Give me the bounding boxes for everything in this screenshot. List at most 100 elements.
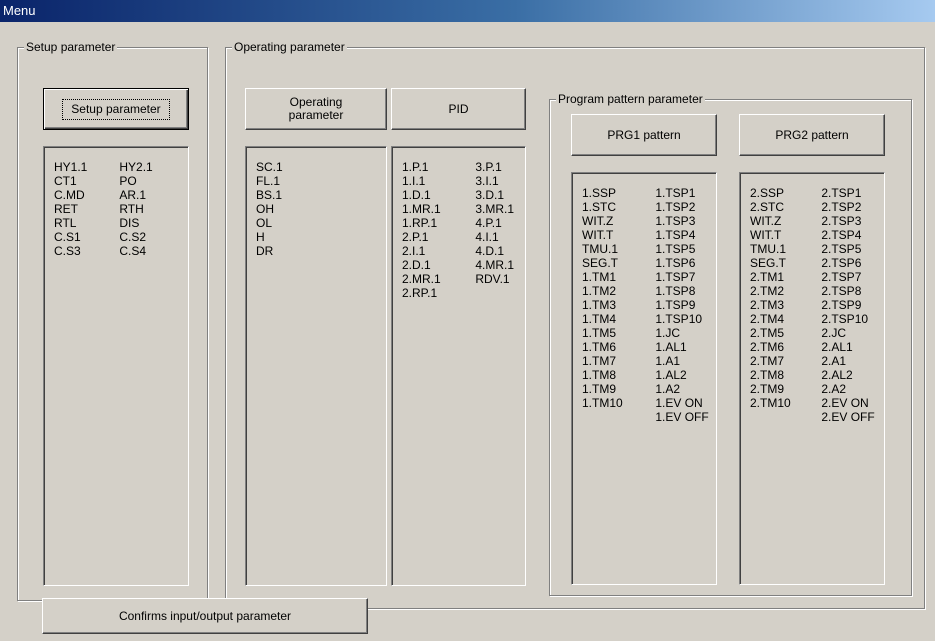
parameter-item: 2.TSP4	[821, 228, 862, 242]
prg1-parameter-list: 1.SSP 1.STC WIT.Z WIT.T TMU.1 SEG.T 1.TM1 1.TM2…	[571, 172, 717, 585]
prg1-list-column-2: 1.TSP1 1.TSP2 1.TSP3 1.TSP4 1.TSP5 1.TSP6 1.TS…	[655, 186, 708, 424]
parameter-item: 1.TM2	[582, 284, 617, 298]
setup-parameter-group: Setup parameter Setup parameter HY1.1 CT1…	[17, 40, 208, 601]
parameter-item: 1.A1	[655, 354, 681, 368]
parameter-item: OL	[256, 216, 273, 230]
parameter-item: 2.TM8	[750, 368, 785, 382]
parameter-item: 1.TM8	[582, 368, 617, 382]
parameter-item: 4.I.1	[475, 230, 499, 244]
parameter-item: AR.1	[119, 188, 147, 202]
parameter-item: CT1	[54, 174, 77, 188]
parameter-item: 1.TM9	[582, 382, 617, 396]
parameter-item: 2.A1	[821, 354, 847, 368]
parameter-item: 4.D.1	[475, 244, 505, 258]
prg2-pattern-button[interactable]: PRG2 pattern	[739, 114, 885, 156]
parameter-item: RET	[54, 202, 78, 216]
confirms-io-parameter-button-label: Confirms input/output parameter	[118, 608, 292, 623]
parameter-item: 2.TM5	[750, 326, 785, 340]
parameter-item: 2.P.1	[402, 230, 429, 244]
parameter-item: 2.TSP6	[821, 256, 862, 270]
parameter-item: 1.TSP10	[655, 312, 703, 326]
parameter-item: 2.RP.1	[402, 286, 438, 300]
setup-list-column-2: HY2.1 PO AR.1 RTH DIS C.S2 C.S4	[119, 160, 152, 258]
parameter-item: 2.EV OFF	[821, 410, 875, 424]
parameter-item: 4.P.1	[475, 216, 502, 230]
parameter-item: 1.D.1	[402, 188, 431, 202]
parameter-item: BS.1	[256, 188, 283, 202]
parameter-item: WIT.Z	[750, 214, 782, 228]
parameter-item: C.S2	[119, 230, 147, 244]
parameter-item: C.S1	[54, 230, 81, 244]
confirms-io-parameter-button[interactable]: Confirms input/output parameter	[42, 598, 368, 634]
parameter-item: C.S4	[119, 244, 147, 258]
setup-parameter-list: HY1.1 CT1 C.MD RET RTL C.S1 C.S3 HY2.1 PO AR.1 RT…	[43, 146, 189, 586]
parameter-item: WIT.T	[582, 228, 614, 242]
prg1-pattern-button[interactable]: PRG1 pattern	[571, 114, 717, 156]
parameter-item: 2.AL2	[821, 368, 853, 382]
parameter-item: 2.JC	[821, 326, 847, 340]
operating-parameter-button[interactable]: Operating parameter	[245, 88, 387, 130]
parameter-item: 2.TSP8	[821, 284, 862, 298]
parameter-item: 1.TM4	[582, 312, 617, 326]
setup-parameter-button[interactable]: Setup parameter	[43, 88, 189, 130]
operating-parameter-group: Operating parameter Operating parameter …	[225, 40, 925, 609]
parameter-item: WIT.T	[750, 228, 782, 242]
operating-parameter-group-label: Operating parameter	[232, 40, 347, 54]
parameter-item: DIS	[119, 216, 140, 230]
parameter-item: 2.TSP5	[821, 242, 862, 256]
parameter-item: 1.TSP8	[655, 284, 696, 298]
parameter-item: 2.TSP3	[821, 214, 862, 228]
parameter-item: 2.TSP1	[821, 186, 862, 200]
pid-button-label: PID	[448, 101, 469, 116]
parameter-item: HY1.1	[54, 160, 88, 174]
parameter-item: 1.TM3	[582, 298, 617, 312]
parameter-item: 2.I.1	[402, 244, 426, 258]
parameter-item: 2.TSP2	[821, 200, 862, 214]
parameter-item: 2.MR.1	[402, 272, 441, 286]
pid-button[interactable]: PID	[391, 88, 526, 130]
parameter-item: 2.SSP	[750, 186, 785, 200]
prg1-pattern-button-label: PRG1 pattern	[607, 127, 681, 142]
parameter-item: 1.TM10	[582, 396, 623, 410]
setup-parameter-button-label: Setup parameter	[62, 98, 170, 120]
parameter-item: 1.TSP9	[655, 298, 696, 312]
parameter-item: 1.TSP1	[655, 186, 696, 200]
parameter-item: 1.P.1	[402, 160, 429, 174]
menu-window-client: Setup parameter Setup parameter HY1.1 CT1…	[0, 22, 935, 641]
parameter-item: HY2.1	[119, 160, 153, 174]
parameter-item: 2.TSP10	[821, 312, 869, 326]
parameter-item: 1.TSP5	[655, 242, 696, 256]
parameter-item: 2.TM1	[750, 270, 785, 284]
parameter-item: 2.TM4	[750, 312, 785, 326]
setup-list-column-1: HY1.1 CT1 C.MD RET RTL C.S1 C.S3	[54, 160, 116, 258]
program-pattern-parameter-group: Program pattern parameter PRG1 pattern P…	[549, 92, 912, 596]
parameter-item: RTH	[119, 202, 144, 216]
prg1-list-column-1: 1.SSP 1.STC WIT.Z WIT.T TMU.1 SEG.T 1.TM1 1.TM2…	[582, 186, 652, 410]
parameter-item: FL.1	[256, 174, 281, 188]
parameter-item: 3.I.1	[475, 174, 499, 188]
title-bar[interactable]: Menu	[0, 0, 935, 22]
parameter-item: 2.STC	[750, 200, 785, 214]
parameter-item: H	[256, 230, 265, 244]
parameter-item: 2.TSP7	[821, 270, 862, 284]
parameter-item: 1.MR.1	[402, 202, 441, 216]
parameter-item: 1.TM6	[582, 340, 617, 354]
parameter-item: 3.D.1	[475, 188, 505, 202]
parameter-item: 1.STC	[582, 200, 617, 214]
parameter-item: 4.MR.1	[475, 258, 515, 272]
parameter-item: 1.AL1	[655, 340, 687, 354]
parameter-item: 1.TM1	[582, 270, 617, 284]
operating-parameter-button-label: Operating parameter	[288, 95, 344, 122]
parameter-item: 1.TSP2	[655, 200, 696, 214]
operating-parameter-list: SC.1 FL.1 BS.1 OH OL H DR	[245, 146, 387, 586]
parameter-item: DR	[256, 244, 274, 258]
parameter-item: 2.A2	[821, 382, 847, 396]
setup-parameter-group-label: Setup parameter	[24, 40, 118, 54]
parameter-item: 2.TM7	[750, 354, 785, 368]
window-title: Menu	[3, 3, 36, 18]
parameter-item: 1.JC	[655, 326, 681, 340]
prg2-pattern-button-label: PRG2 pattern	[775, 127, 849, 142]
parameter-item: 2.TSP9	[821, 298, 862, 312]
parameter-item: 2.TM3	[750, 298, 785, 312]
pid-list-column-2: 3.P.1 3.I.1 3.D.1 3.MR.1 4.P.1 4.I.1 4.D.1 4.MR…	[475, 160, 514, 286]
